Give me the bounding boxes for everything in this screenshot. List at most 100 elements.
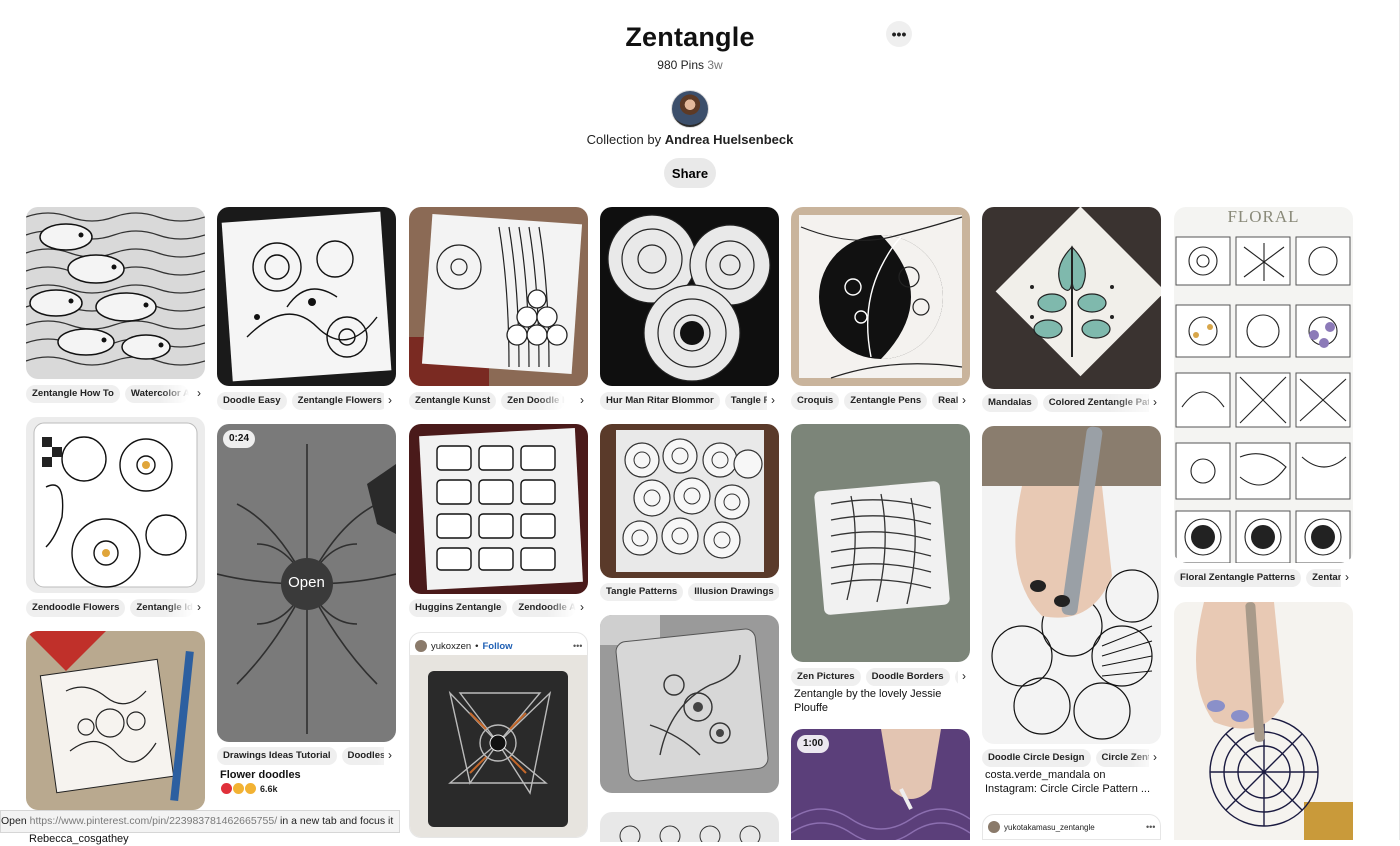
tag-chip[interactable]: Doodle Easy [217, 392, 287, 410]
pin-tags: Floral Zentangle Patterns Zentangle › [1174, 568, 1353, 588]
tag-chip[interactable]: Zentangle Kunst [409, 392, 497, 410]
pin-embed[interactable] [409, 632, 588, 838]
tag-chip[interactable]: Hur Man Ritar Blommor [600, 392, 720, 410]
pin-tags: Tangle Patterns Illusion Drawings [600, 582, 779, 602]
owner-name-link[interactable]: Andrea Huelsenbeck [665, 132, 794, 147]
more-options-button[interactable]: ••• [886, 21, 912, 47]
author-name[interactable]: yukotakamasu_zentangle [1004, 823, 1095, 832]
chevron-right-icon[interactable]: › [958, 391, 970, 411]
pin-image[interactable] [600, 812, 779, 842]
pin-tags: Zen Pictures Doodle Borders Cool › [791, 667, 970, 687]
updated-time: 3w [707, 58, 723, 72]
pin-image[interactable] [409, 207, 588, 386]
pin-image[interactable] [1174, 207, 1353, 563]
tag-chip[interactable]: Illusion Drawings [688, 583, 779, 601]
love-eyes-reaction-icon [233, 783, 244, 794]
pin-image-heading: FLORAL [1227, 207, 1300, 226]
pin-tags: Zendoodle Flowers Zentangle Ideas › [26, 598, 205, 618]
pin-reactions: 6.6k [221, 783, 278, 794]
tag-chip[interactable]: Croquis [791, 392, 840, 410]
chevron-right-icon[interactable]: › [576, 391, 588, 411]
tag-chip[interactable]: Watercolor And [124, 385, 189, 403]
chevron-right-icon[interactable]: › [193, 598, 205, 618]
pin-image[interactable] [26, 417, 205, 593]
pin-title[interactable]: Zentangle by the lovely Jessie Plouffe [794, 687, 966, 715]
pin-image[interactable] [600, 615, 779, 793]
pin-author-row: yukotakamasu_zentangle ••• [988, 821, 1155, 833]
pin-author-row: yukoxzen • Follow ••• [415, 640, 582, 652]
pin-tags: Doodle Circle Design Circle Zentangle › [982, 748, 1161, 768]
pin-tags: Mandalas Colored Zentangle Patterns › [982, 393, 1161, 413]
pin-image[interactable] [600, 207, 779, 386]
author-avatar[interactable] [988, 821, 1000, 833]
collection-byline: Collection by Andrea Huelsenbeck [0, 132, 1380, 147]
pin-image[interactable] [791, 207, 970, 386]
share-button[interactable]: Share [664, 158, 716, 188]
pin-image[interactable] [600, 424, 779, 578]
pin-tags: Croquis Zentangle Pens Really › [791, 391, 970, 411]
tag-chip[interactable]: Zendoodle Flowers [26, 599, 126, 617]
tag-chip[interactable]: Zentangle How To [26, 385, 120, 403]
tag-chip[interactable]: Zentangle Pens [844, 392, 928, 410]
tag-chip[interactable]: Zen Doodle Patterns [501, 392, 566, 410]
board-meta: 980 Pins 3w [0, 58, 1380, 72]
pin-image[interactable] [982, 426, 1161, 744]
status-prefix: Open [1, 815, 27, 827]
pin-tags: Hur Man Ritar Blommor Tangle Patterns › [600, 391, 779, 411]
chevron-right-icon[interactable]: › [384, 391, 396, 411]
tag-chip[interactable]: Doodle Borders [865, 668, 950, 686]
video-duration-badge: 1:00 [797, 735, 830, 753]
board-title: Zentangle [625, 22, 755, 52]
tag-chip[interactable]: Drawings Ideas Tutorial [217, 747, 337, 765]
tag-chip[interactable]: Tangle Patterns [600, 583, 684, 601]
tag-chip[interactable]: Doodle Circle Design [982, 749, 1091, 767]
pin-tags: Doodle Easy Zentangle Flowers › [217, 391, 396, 411]
pin-image[interactable] [26, 631, 205, 810]
pin-caption-partial: Rebecca_cosgathey [29, 833, 129, 845]
tag-chip[interactable]: Zen Pictures [791, 668, 861, 686]
tag-chip[interactable]: Colored Zentangle Patterns [1042, 394, 1161, 412]
separator-dot: • [475, 640, 479, 652]
status-url: https://www.pinterest.com/pin/2239837814… [29, 815, 278, 827]
tag-chip[interactable]: Floral Zentangle Patterns [1174, 569, 1302, 587]
more-dots-icon[interactable]: ••• [573, 641, 582, 651]
status-suffix: in a new tab and focus it [280, 815, 394, 827]
tag-chip[interactable]: Huggins Zentangle [409, 599, 508, 617]
chevron-right-icon[interactable]: › [576, 598, 588, 618]
author-name[interactable]: yukoxzen [431, 641, 471, 652]
author-avatar[interactable] [415, 640, 427, 652]
chevron-right-icon[interactable]: › [767, 391, 779, 411]
owner-avatar[interactable] [671, 90, 709, 128]
tag-chip[interactable]: Zendoodle Art [512, 599, 577, 617]
chevron-right-icon[interactable]: › [1341, 568, 1353, 588]
pin-image[interactable] [409, 424, 588, 594]
heart-reaction-icon [221, 783, 232, 794]
tag-chip[interactable]: Zentangle Flowers [291, 392, 388, 410]
board-header: Zentangle ••• 980 Pins 3w Collection by … [0, 0, 1400, 200]
pin-tags: Zentangle Kunst Zen Doodle Patterns › [409, 391, 588, 411]
chevron-right-icon[interactable]: › [384, 746, 396, 766]
pin-image[interactable] [26, 207, 205, 379]
chevron-right-icon[interactable]: › [193, 384, 205, 404]
pin-tags: Zentangle How To Watercolor And › [26, 384, 205, 404]
pin-title[interactable]: Flower doodles [220, 768, 301, 782]
pin-tags: Drawings Ideas Tutorial Doodles Easy › [217, 746, 396, 766]
video-duration-badge: 0:24 [223, 430, 256, 448]
pin-title[interactable]: costa.verde_mandala on Instagram: Circle… [985, 768, 1157, 796]
pin-image[interactable] [982, 207, 1161, 389]
chevron-right-icon[interactable]: › [1149, 393, 1161, 413]
chevron-right-icon[interactable]: › [1149, 748, 1161, 768]
reaction-count: 6.6k [260, 784, 278, 794]
pin-tags: Huggins Zentangle Zendoodle Art › [409, 598, 588, 618]
tag-chip[interactable]: Mandalas [982, 394, 1038, 412]
tag-chip[interactable]: Zentangle Ideas [130, 599, 195, 617]
pin-image[interactable] [1174, 602, 1353, 840]
chevron-right-icon[interactable]: › [958, 667, 970, 687]
pin-image[interactable] [217, 207, 396, 386]
pin-image[interactable] [791, 424, 970, 662]
collection-prefix: Collection by [586, 132, 662, 147]
more-dots-icon[interactable]: ••• [1146, 822, 1155, 832]
open-overlay-label[interactable]: Open [217, 574, 396, 591]
wow-reaction-icon [245, 783, 256, 794]
follow-button[interactable]: Follow [482, 641, 512, 652]
